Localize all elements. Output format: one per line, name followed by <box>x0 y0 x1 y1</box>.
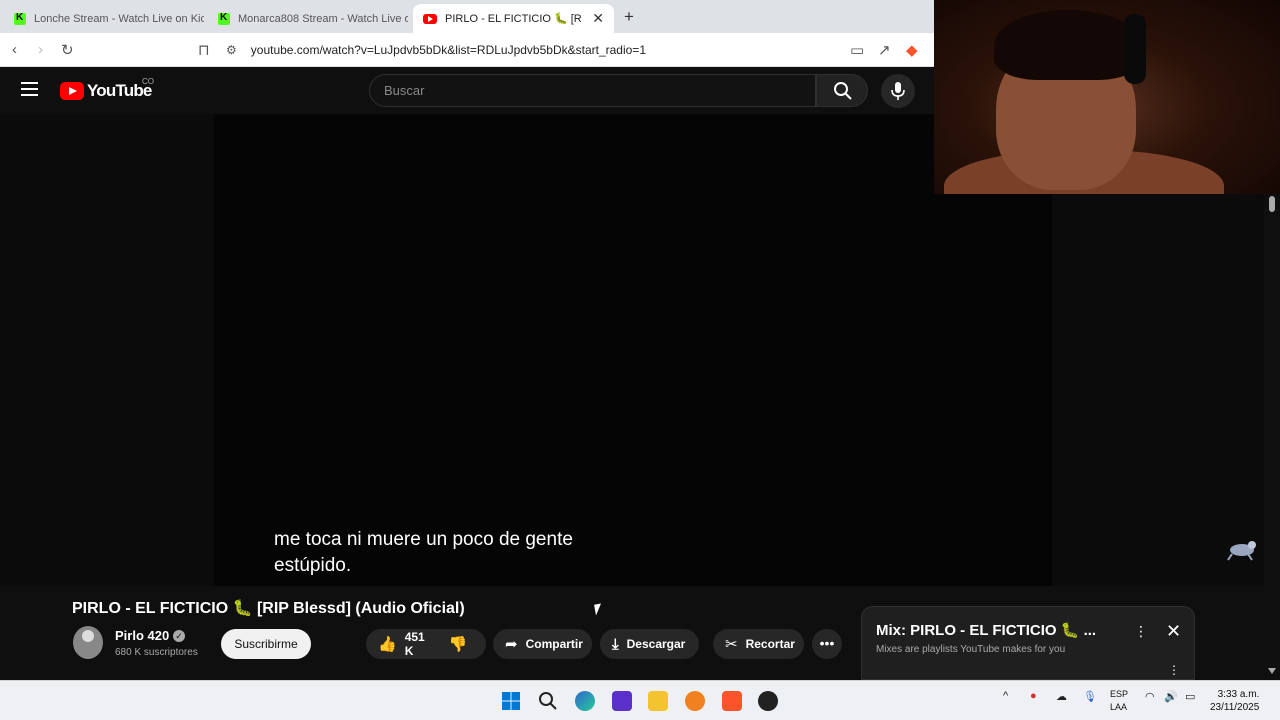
brave-browser-icon[interactable] <box>722 691 742 711</box>
battery-icon[interactable]: ▭ <box>1185 690 1195 703</box>
download-icon: ⤓ <box>612 635 619 653</box>
scissors-icon: ✂ <box>725 636 738 653</box>
windows-start-icon[interactable] <box>501 691 521 711</box>
channel-name[interactable]: Pirlo 420 <box>115 628 169 643</box>
kick-icon <box>14 12 26 25</box>
scroll-down-icon[interactable] <box>1268 668 1276 674</box>
webcam-overlay <box>934 0 1280 194</box>
share-label: Compartir <box>525 637 583 651</box>
tab-label: Monarca808 Stream - Watch Live on <box>238 12 408 25</box>
close-icon[interactable]: ✕ <box>1166 621 1181 642</box>
video-title: PIRLO - EL FICTICIO 🐛 [RIP Blessd] (Audi… <box>72 600 465 617</box>
clock-time: 3:33 a.m. <box>1217 689 1260 700</box>
mix-menu-icon[interactable]: ⋮ <box>1134 623 1148 640</box>
volume-icon[interactable]: 🔊 <box>1164 690 1178 703</box>
obs-icon[interactable] <box>758 691 778 711</box>
video-letterbox-right <box>1052 194 1264 586</box>
mix-subtitle: Mixes are playlists YouTube makes for yo… <box>876 644 1066 655</box>
sticker-icon <box>1227 541 1256 561</box>
address-bar[interactable]: ⚙ youtube.com/watch?v=LuJpdvb5bDk&list=R… <box>226 38 846 62</box>
clip-label: Recortar <box>745 637 795 651</box>
url-text: youtube.com/watch?v=LuJpdvb5bDk&list=RDL… <box>250 43 646 57</box>
webcam-person-hair <box>994 10 1142 80</box>
new-tab-icon[interactable]: + <box>624 7 634 27</box>
windows-taskbar: ^ ● ☁ 🎙 ESP LAA ◠ 🔊 ▭ 3:33 a.m. 23/11/20… <box>0 680 1280 720</box>
tab-label: Lonche Stream - Watch Live on Kick <box>34 12 204 25</box>
subscriber-count: 680 K suscriptores <box>115 647 198 658</box>
fl-studio-icon[interactable] <box>685 691 705 711</box>
system-clock[interactable]: 3:33 a.m. 23/11/2025 <box>1210 688 1259 714</box>
app-icon[interactable] <box>612 691 632 711</box>
playlist-item-menu-icon[interactable]: ⋮ <box>1168 663 1180 677</box>
verified-icon: ✓ <box>173 630 185 642</box>
microphone-icon <box>891 82 905 100</box>
language-code: ESP <box>1110 689 1129 699</box>
country-code: CO <box>142 77 154 86</box>
search-input[interactable]: Buscar <box>369 74 816 107</box>
like-icon[interactable]: 👍 <box>378 635 397 653</box>
cast-icon[interactable]: ▭ <box>850 41 864 59</box>
headset-icon <box>1124 14 1146 84</box>
brave-shields-icon[interactable]: ◆ <box>906 41 918 59</box>
caption-line: estúpido. <box>274 555 352 576</box>
tab-pirlo-youtube[interactable]: PIRLO - EL FICTICIO 🐛 [RIP I ✕ <box>413 4 614 33</box>
dislike-icon[interactable]: 👎 <box>449 635 468 653</box>
video-letterbox-left <box>0 114 214 586</box>
tab-monarca808-stream[interactable]: Monarca808 Stream - Watch Live on <box>208 4 408 33</box>
mouse-cursor <box>594 603 603 616</box>
browser-toolbar: ‹ › ↻ ⊓ ⚙ youtube.com/watch?v=LuJpdvb5bD… <box>0 33 934 67</box>
bookmark-icon[interactable]: ⊓ <box>198 41 210 59</box>
download-label: Descargar <box>626 637 686 651</box>
like-dislike-group: 👍 451 K 👎 <box>366 629 486 659</box>
tab-lonche-stream[interactable]: Lonche Stream - Watch Live on Kick <box>4 4 204 33</box>
show-hidden-icons[interactable]: ^ <box>1003 690 1008 702</box>
share-page-icon[interactable]: ↗ <box>878 41 891 59</box>
close-tab-icon[interactable]: ✕ <box>592 10 604 27</box>
share-icon: ➦ <box>505 636 518 653</box>
clock-date: 23/11/2025 <box>1210 702 1260 713</box>
youtube-header: YouTube CO Buscar <box>0 67 934 114</box>
share-button[interactable]: ➦ Compartir <box>493 629 592 659</box>
forward-icon[interactable]: › <box>38 41 43 58</box>
youtube-play-icon <box>60 82 84 100</box>
voice-search-button[interactable] <box>881 74 915 108</box>
youtube-logo[interactable]: YouTube CO <box>60 77 154 101</box>
mix-title[interactable]: Mix: PIRLO - EL FICTICIO 🐛 ... <box>876 621 1096 639</box>
wifi-icon[interactable]: ◠ <box>1145 690 1155 703</box>
mix-playlist-panel: Mix: PIRLO - EL FICTICIO 🐛 ... Mixes are… <box>861 606 1195 680</box>
scrollbar-thumb[interactable] <box>1269 196 1275 212</box>
tab-label: PIRLO - EL FICTICIO 🐛 [RIP I <box>445 13 582 25</box>
site-info-icon[interactable]: ⚙ <box>226 43 237 57</box>
language-indicator[interactable]: ESP LAA <box>1110 688 1128 714</box>
file-explorer-icon[interactable] <box>648 691 668 711</box>
back-icon[interactable]: ‹ <box>12 41 17 58</box>
page-scrollbar[interactable] <box>1264 194 1280 680</box>
caption-line: me toca ni muere un poco de gente <box>274 529 573 550</box>
download-button[interactable]: ⤓ Descargar <box>600 629 699 659</box>
clip-button[interactable]: ✂ Recortar <box>713 629 804 659</box>
search-icon[interactable] <box>538 691 558 711</box>
video-caption: me toca ni muere un poco de gente estúpi… <box>274 527 573 579</box>
reload-icon[interactable]: ↻ <box>61 41 74 59</box>
subscribe-button[interactable]: Suscribirme <box>221 629 311 659</box>
onedrive-icon[interactable]: ☁ <box>1056 690 1067 703</box>
more-actions-icon[interactable]: ••• <box>812 629 842 659</box>
keyboard-layout: LAA <box>1110 702 1128 712</box>
menu-icon[interactable] <box>21 82 38 96</box>
search-button[interactable] <box>816 74 868 107</box>
kick-icon <box>218 12 230 25</box>
search-icon <box>834 82 852 100</box>
youtube-icon <box>423 13 437 24</box>
tray-app-icon[interactable]: ● <box>1030 690 1037 702</box>
channel-avatar[interactable] <box>73 626 103 659</box>
browser-tab-bar: Lonche Stream - Watch Live on Kick Monar… <box>0 0 934 33</box>
microphone-icon[interactable]: 🎙 <box>1083 690 1097 703</box>
edge-icon[interactable] <box>575 691 595 711</box>
like-count[interactable]: 451 K <box>405 630 425 658</box>
